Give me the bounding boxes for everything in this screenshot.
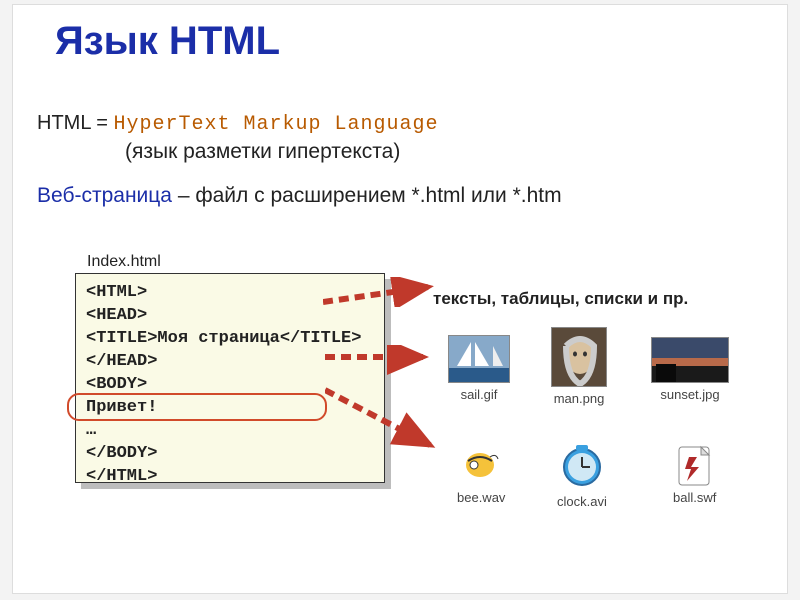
- code-line: </HEAD>: [86, 351, 374, 374]
- thumb-sail: sail.gif: [448, 335, 510, 402]
- thumb-ball: ball.swf: [673, 445, 716, 505]
- slide: Язык HTML HTML = HyperText Markup Langua…: [12, 4, 788, 594]
- code-box: <HTML> <HEAD> <TITLE>Моя страница</TITLE…: [75, 273, 385, 483]
- audio-file-icon: [460, 445, 502, 487]
- thumb-caption: ball.swf: [673, 490, 716, 505]
- code-line: …: [86, 420, 374, 443]
- slide-title: Язык HTML: [55, 19, 787, 64]
- thumb-clock: clock.avi: [557, 443, 607, 509]
- webpage-desc: – файл с расширением *.html или *.htm: [172, 184, 562, 207]
- code-line: </BODY>: [86, 443, 374, 466]
- definition-line: HTML = HyperText Markup Language: [37, 112, 787, 136]
- webpage-line: Веб-страница – файл с расширением *.html…: [37, 184, 787, 208]
- video-file-icon: [560, 443, 604, 491]
- definition-translation: (язык разметки гипертекста): [125, 140, 787, 164]
- thumb-bee: bee.wav: [457, 445, 505, 505]
- thumb-caption: sail.gif: [448, 387, 510, 402]
- man-image-icon: [551, 327, 607, 387]
- sail-image-icon: [448, 335, 510, 383]
- thumb-sunset: sunset.jpg: [651, 337, 729, 402]
- code-line: <HTML>: [86, 282, 374, 305]
- sunset-image-icon: [651, 337, 729, 383]
- thumb-caption: sunset.jpg: [651, 387, 729, 402]
- code-line: </HTML>: [86, 466, 374, 489]
- code-line: <HEAD>: [86, 305, 374, 328]
- index-filename: Index.html: [87, 253, 161, 271]
- webpage-term: Веб-страница: [37, 184, 172, 207]
- flash-file-icon: [675, 445, 715, 487]
- html-label: HTML =: [37, 112, 108, 134]
- code-line: <TITLE>Моя страница</TITLE>: [86, 328, 374, 351]
- thumb-caption: clock.avi: [557, 494, 607, 509]
- thumb-caption: bee.wav: [457, 490, 505, 505]
- highlight-box: [67, 393, 327, 421]
- thumb-caption: man.png: [551, 391, 607, 406]
- content-types-label: тексты, таблицы, списки и пр.: [433, 289, 688, 309]
- html-expansion: HyperText Markup Language: [114, 113, 439, 136]
- thumb-man: man.png: [551, 327, 607, 406]
